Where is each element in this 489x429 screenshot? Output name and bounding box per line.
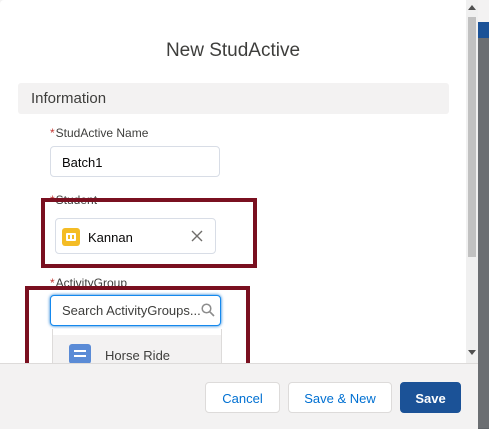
modal-footer: Cancel Save & New Save (0, 363, 478, 429)
scroll-down-icon[interactable] (468, 350, 476, 355)
save-and-new-button[interactable]: Save & New (288, 382, 392, 413)
modal-scrollbar[interactable] (466, 0, 478, 363)
required-marker: * (50, 126, 55, 140)
modal-title: New StudActive (165, 40, 301, 61)
information-section-header[interactable]: Information (18, 83, 449, 114)
cancel-button[interactable]: Cancel (205, 382, 280, 413)
scroll-thumb[interactable] (468, 17, 476, 257)
studactive-name-label-text: StudActive Name (55, 126, 149, 140)
studactive-name-label: *StudActive Name (50, 126, 148, 140)
scroll-up-icon[interactable] (468, 5, 476, 10)
section-title: Information (31, 90, 107, 107)
save-button[interactable]: Save (400, 382, 461, 413)
new-studactive-modal: New StudActive Information *StudActive N… (0, 0, 478, 429)
student-highlight-box (41, 198, 257, 268)
activitygroup-highlight-box (25, 286, 250, 375)
studactive-name-input[interactable]: Batch1 (50, 146, 220, 177)
